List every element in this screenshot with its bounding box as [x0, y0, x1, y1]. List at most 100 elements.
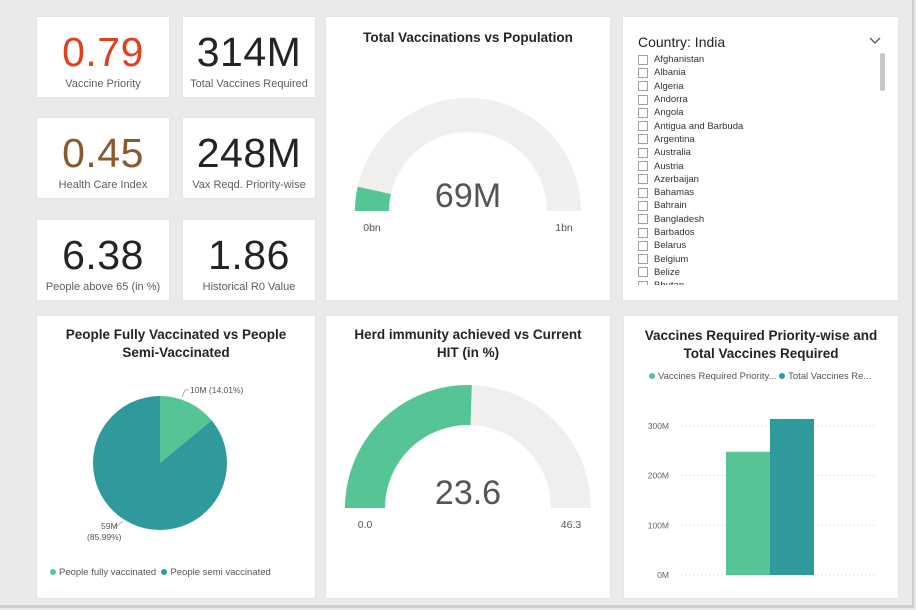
checkbox[interactable]	[638, 161, 648, 172]
slicer-scrollbar[interactable]	[880, 53, 885, 91]
slicer-item-label: Azerbaijan	[654, 173, 699, 185]
herd-immunity-gauge-card[interactable]: Herd immunity achieved vs Current HIT (i…	[326, 316, 610, 598]
slicer-item[interactable]: Belarus	[638, 239, 870, 252]
checkbox[interactable]	[638, 81, 648, 92]
pie-legend: People fully vaccinated People semi vacc…	[50, 567, 271, 578]
y-tick-label: 200M	[648, 471, 669, 481]
slicer-item-label: Antigua and Barbuda	[654, 120, 744, 132]
slicer-item[interactable]: Bahamas	[638, 186, 870, 199]
checkbox[interactable]	[638, 187, 648, 198]
kpi-label: People above 65 (in %)	[45, 281, 161, 293]
slicer-item[interactable]: Belize	[638, 266, 870, 279]
y-tick-label: 300M	[648, 421, 669, 431]
checkbox[interactable]	[638, 67, 648, 78]
kpi-label: Vax Reqd. Priority-wise	[192, 179, 306, 191]
slicer-item-label: Argentina	[654, 133, 695, 145]
checkbox[interactable]	[638, 214, 648, 225]
kpi-value: 1.86	[208, 232, 290, 278]
kpi-card-people-above-65[interactable]: 6.38 People above 65 (in %)	[37, 220, 169, 300]
checkbox[interactable]	[638, 147, 648, 158]
slicer-item[interactable]: Azerbaijan	[638, 173, 870, 186]
slicer-item[interactable]: Bangladesh	[638, 213, 870, 226]
slicer-item[interactable]: Austria	[638, 159, 870, 172]
checkbox[interactable]	[638, 94, 648, 105]
vaccines-required-bar-card[interactable]: Vaccines Required Priority-wise and Tota…	[624, 316, 898, 598]
slicer-item-label: Austria	[654, 160, 684, 172]
legend-item-fully[interactable]: People fully vaccinated	[50, 567, 156, 578]
kpi-card-vaccine-priority[interactable]: 0.79 Vaccine Priority	[37, 17, 169, 97]
kpi-label: Historical R0 Value	[202, 281, 296, 293]
kpi-card-health-care-index[interactable]: 0.45 Health Care Index	[37, 118, 169, 198]
leader-line	[181, 389, 189, 398]
checkbox[interactable]	[638, 121, 648, 132]
gauge-value: 23.6	[435, 474, 501, 512]
slicer-item[interactable]: Argentina	[638, 133, 870, 146]
slicer-item-label: Andorra	[654, 94, 688, 106]
legend-swatch	[161, 569, 168, 575]
kpi-card-total-vaccines-required[interactable]: 314M Total Vaccines Required	[183, 17, 315, 97]
y-tick-label: 100M	[648, 520, 669, 530]
slicer-list: Afghanistan Albania Algeria Andorra Angola An…	[638, 53, 870, 285]
checkbox[interactable]	[638, 200, 648, 211]
slicer-item-label: Belgium	[654, 253, 689, 265]
slicer-item[interactable]: Algeria	[638, 80, 870, 93]
slicer-item[interactable]: Barbados	[638, 226, 870, 239]
slicer-title: Country: India	[638, 34, 726, 50]
slicer-item[interactable]: Bhutan	[638, 279, 870, 285]
checkbox[interactable]	[638, 174, 648, 185]
bar-chart: 0M 100M 200M 300M	[648, 418, 874, 580]
slicer-item[interactable]: Andorra	[638, 93, 870, 106]
slicer-item-label: Albania	[654, 67, 686, 79]
kpi-value: 0.79	[62, 29, 144, 75]
gauge-value: 69M	[435, 177, 501, 215]
slicer-item-label: Bahamas	[654, 187, 695, 199]
gauge-min-label: 0bn	[363, 222, 381, 234]
slicer-item[interactable]: Afghanistan	[638, 53, 870, 66]
data-label: (85.99%)	[87, 532, 122, 542]
pie-chart: 10M (14.01%) 59M(85.99%)	[87, 385, 244, 542]
slicer-item-label: Bahrain	[654, 200, 687, 212]
slicer-item[interactable]: Angola	[638, 106, 870, 119]
slicer-item-label: Bhutan	[654, 280, 684, 285]
gauge-min-label: 0.0	[358, 519, 373, 531]
checkbox[interactable]	[638, 267, 648, 278]
slicer-item[interactable]: Albania	[638, 66, 870, 79]
kpi-card-historical-r0[interactable]: 1.86 Historical R0 Value	[183, 220, 315, 300]
checkbox[interactable]	[638, 227, 648, 238]
checkbox[interactable]	[638, 254, 648, 265]
kpi-card-vax-reqd-priority-wise[interactable]: 248M Vax Reqd. Priority-wise	[183, 118, 315, 198]
slicer-item[interactable]: Antigua and Barbuda	[638, 119, 870, 132]
kpi-label: Vaccine Priority	[65, 78, 141, 90]
checkbox[interactable]	[638, 134, 648, 145]
dashboard-canvas: 0.79 Vaccine Priority 314M Total Vaccine…	[0, 0, 914, 608]
bar	[770, 418, 814, 575]
kpi-label: Total Vaccines Required	[190, 78, 308, 90]
checkbox[interactable]	[638, 240, 648, 251]
gauge-max-label: 46.3	[561, 519, 582, 531]
country-slicer[interactable]: Country: India Afghanistan Albania Algeria…	[623, 17, 898, 300]
legend-label: People semi vaccinated	[170, 567, 271, 578]
slicer-item-label: Afghanistan	[654, 54, 705, 66]
legend-label: People fully vaccinated	[59, 567, 157, 578]
slicer-item[interactable]: Bahrain	[638, 199, 870, 212]
legend-item-semi[interactable]: People semi vaccinated	[161, 567, 271, 578]
kpi-value: 0.45	[62, 130, 144, 176]
checkbox[interactable]	[638, 54, 648, 65]
checkbox[interactable]	[638, 280, 648, 285]
slicer-item[interactable]: Belgium	[638, 252, 870, 265]
slicer-item-label: Belize	[654, 266, 680, 278]
kpi-value: 248M	[196, 130, 302, 176]
chevron-down-icon[interactable]	[868, 35, 882, 45]
slicer-item-label: Angola	[654, 107, 684, 119]
legend-swatch	[50, 569, 56, 575]
data-label: 10M (14.01%)	[190, 385, 244, 395]
checkbox[interactable]	[638, 107, 648, 118]
slicer-item[interactable]: Australia	[638, 146, 870, 159]
y-tick-label: 0M	[657, 570, 669, 580]
vaccinated-pie-card[interactable]: People Fully Vaccinated vs People Semi-V…	[37, 316, 315, 598]
kpi-label: Health Care Index	[58, 179, 148, 191]
slicer-item-label: Barbados	[654, 227, 695, 238]
bar	[726, 451, 770, 575]
total-vaccinations-gauge-card[interactable]: Total Vaccinations vs Population 69M 0bn 1…	[326, 17, 610, 300]
kpi-value: 314M	[196, 29, 302, 75]
